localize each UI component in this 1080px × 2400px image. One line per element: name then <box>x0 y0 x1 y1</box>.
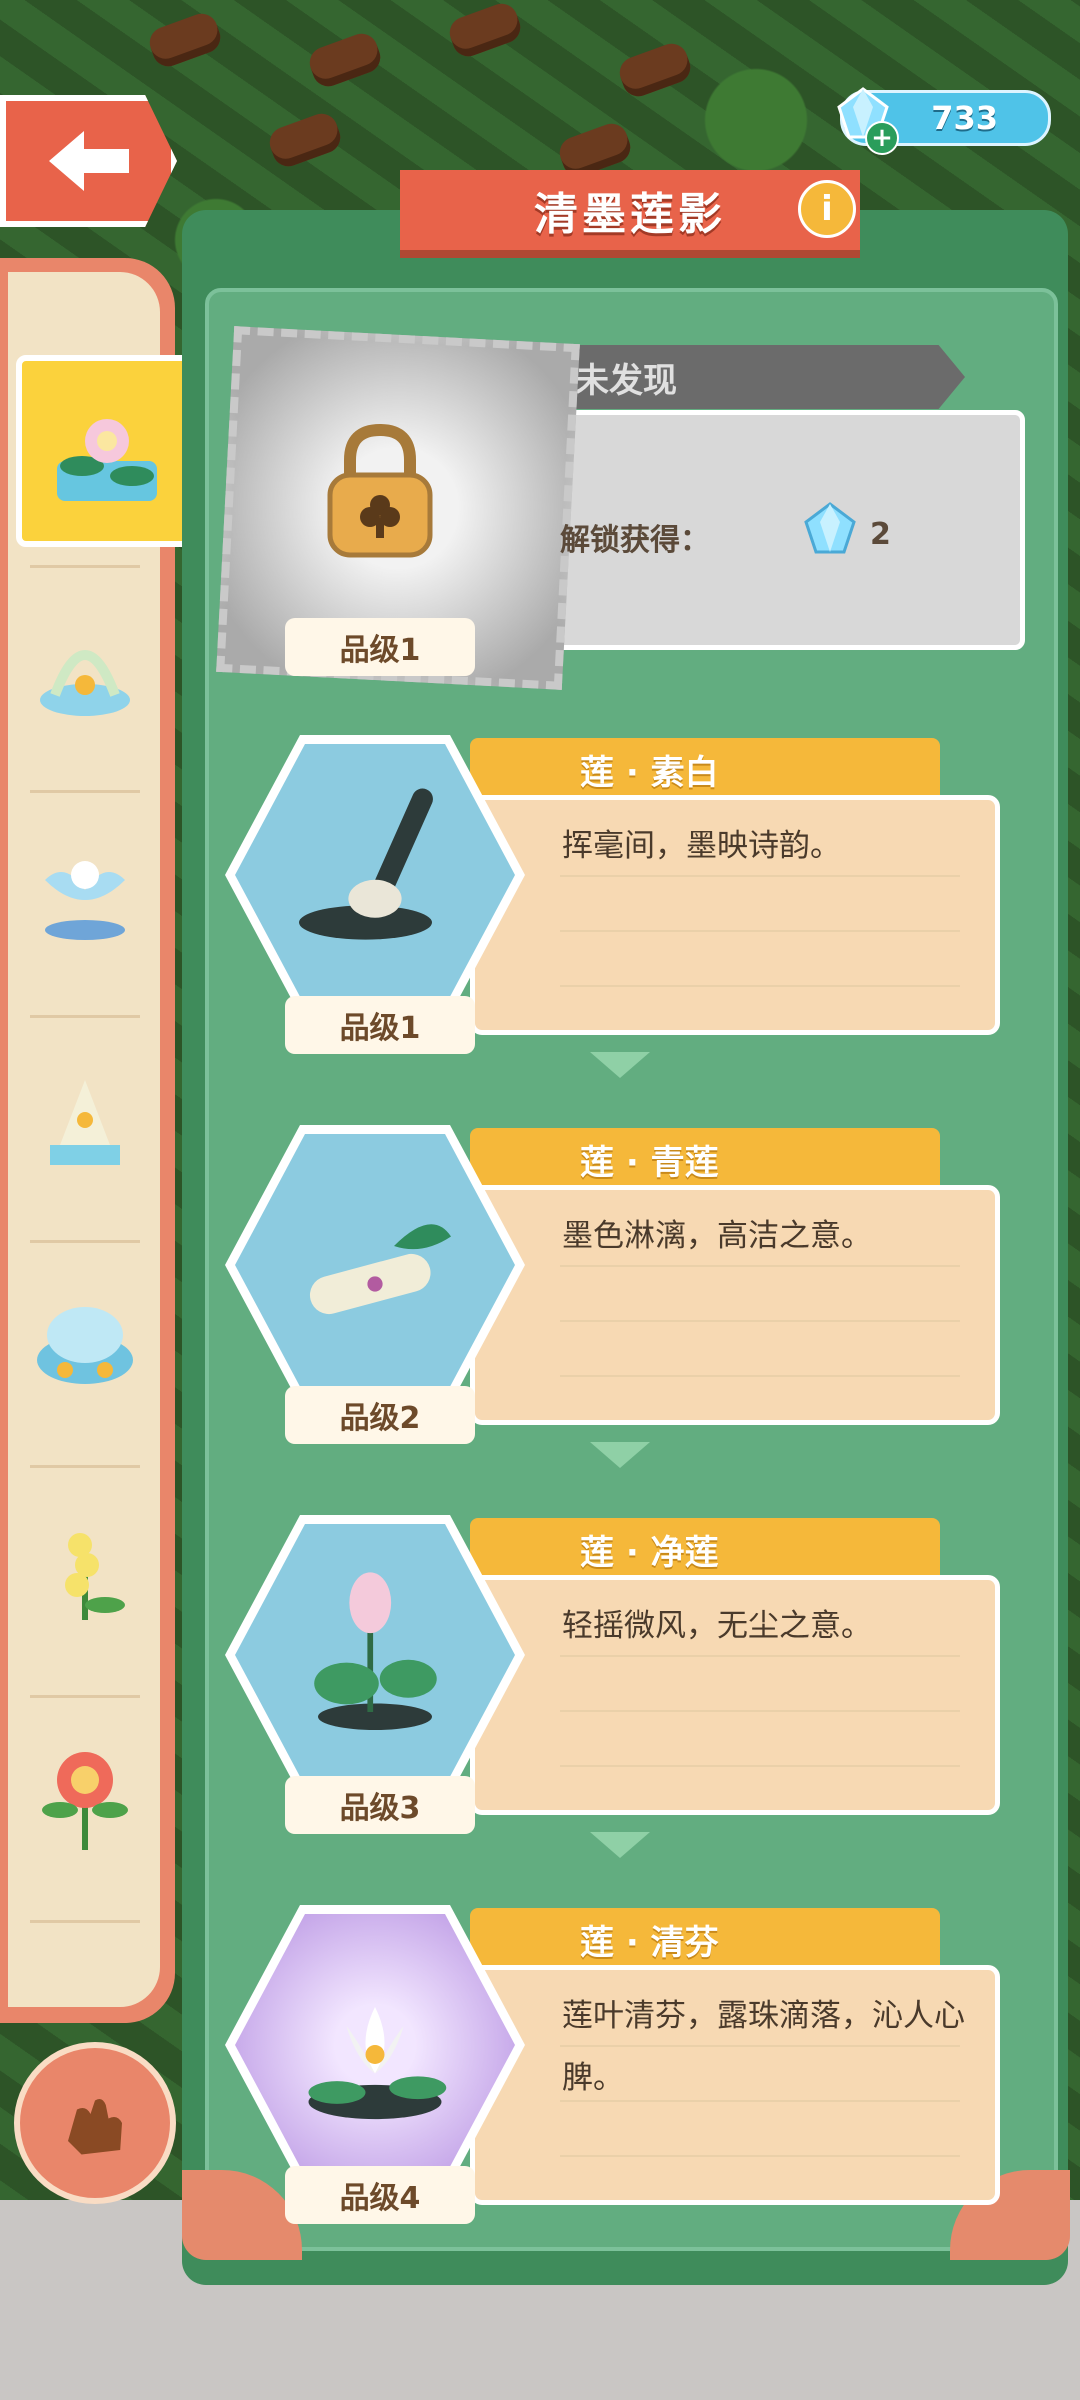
divider <box>560 2045 960 2047</box>
plus-icon[interactable]: + <box>865 121 899 155</box>
divider <box>560 875 960 877</box>
fountain-icon <box>40 650 130 716</box>
divider <box>560 1375 960 1377</box>
garden-bowl-icon <box>37 1307 133 1384</box>
lotus-bud-icon <box>314 1572 437 1731</box>
grade-badge: 品级4 <box>285 2166 475 2224</box>
hand-button[interactable] <box>14 2042 176 2204</box>
chevron-down-icon <box>590 1832 650 1858</box>
winged-statue-icon <box>45 861 125 940</box>
divider <box>560 2155 960 2157</box>
padlock-icon <box>327 423 433 558</box>
divider <box>560 1765 960 1767</box>
divider <box>560 1320 960 1322</box>
item-name-tab: 莲 · 素白 <box>470 738 940 800</box>
pavilion-icon <box>50 1080 120 1165</box>
back-button[interactable] <box>0 95 177 227</box>
item-name: 莲 · 净莲 <box>580 1532 719 1573</box>
category-item-red-flower[interactable] <box>20 1730 150 1860</box>
info-icon[interactable]: i <box>798 180 856 238</box>
grade-badge: 品级2 <box>285 1386 475 1444</box>
currency-value: 733 <box>931 99 998 137</box>
unlock-reward-label: 解锁获得： <box>560 523 710 558</box>
divider <box>560 2100 960 2102</box>
white-lotus-icon <box>308 2007 447 2120</box>
item-name-tab: 莲 · 清芬 <box>470 1908 940 1970</box>
item-name: 莲 · 清芬 <box>580 1922 719 1963</box>
divider <box>560 985 960 987</box>
item-description: 轻摇微风，无尘之意。 <box>562 1608 872 1644</box>
divider <box>30 1920 140 1923</box>
category-item-pavilion[interactable] <box>20 1055 150 1185</box>
divider <box>30 1240 140 1243</box>
divider <box>560 1710 960 1712</box>
category-item-fountain[interactable] <box>20 600 150 730</box>
item-name: 莲 · 素白 <box>580 752 719 793</box>
divider <box>560 1265 960 1267</box>
item-description: 墨色淋漓，高洁之意。 <box>562 1218 872 1254</box>
divider <box>30 790 140 793</box>
red-flower-icon <box>42 1752 128 1850</box>
divider <box>560 1655 960 1657</box>
item-name-tab: 莲 · 净莲 <box>470 1518 940 1580</box>
category-item-lotus-pond[interactable] <box>16 355 198 547</box>
currency-display[interactable]: + 733 <box>837 87 1051 155</box>
scroll-icon <box>309 1224 451 1315</box>
grade-badge: 品级1 <box>285 618 475 676</box>
locked-status-tag: 未发现 <box>525 345 965 409</box>
category-item-angel[interactable] <box>20 825 150 955</box>
chevron-down-icon <box>590 1052 650 1078</box>
lotus-pond-icon <box>57 419 157 501</box>
category-item-yellow-flower[interactable] <box>20 1505 150 1635</box>
page-title: 清墨莲影 <box>534 189 726 240</box>
locked-status-label: 未发现 <box>575 360 677 401</box>
hand-pointer-icon <box>68 2099 122 2155</box>
item-description: 莲叶清芬，露珠滴落，沁人心脾。 <box>562 1998 965 2096</box>
divider <box>30 1465 140 1468</box>
gem-icon <box>804 502 856 554</box>
ink-brush-icon <box>299 788 433 940</box>
grade-badge: 品级3 <box>285 1776 475 1834</box>
category-item-garden-bowl[interactable] <box>20 1275 150 1405</box>
item-name: 莲 · 青莲 <box>580 1142 719 1183</box>
reward-count: 2 <box>870 517 891 552</box>
divider <box>30 1695 140 1698</box>
title-banner: 清墨莲影 <box>400 170 860 258</box>
item-name-tab: 莲 · 青莲 <box>470 1128 940 1190</box>
yellow-flower-icon <box>65 1533 125 1620</box>
item-description: 挥毫间，墨映诗韵。 <box>562 828 841 864</box>
divider <box>30 1015 140 1018</box>
divider <box>30 565 140 568</box>
divider <box>560 930 960 932</box>
chevron-down-icon <box>590 1442 650 1468</box>
grade-badge: 品级1 <box>285 996 475 1054</box>
arrow-left-icon <box>48 131 129 191</box>
